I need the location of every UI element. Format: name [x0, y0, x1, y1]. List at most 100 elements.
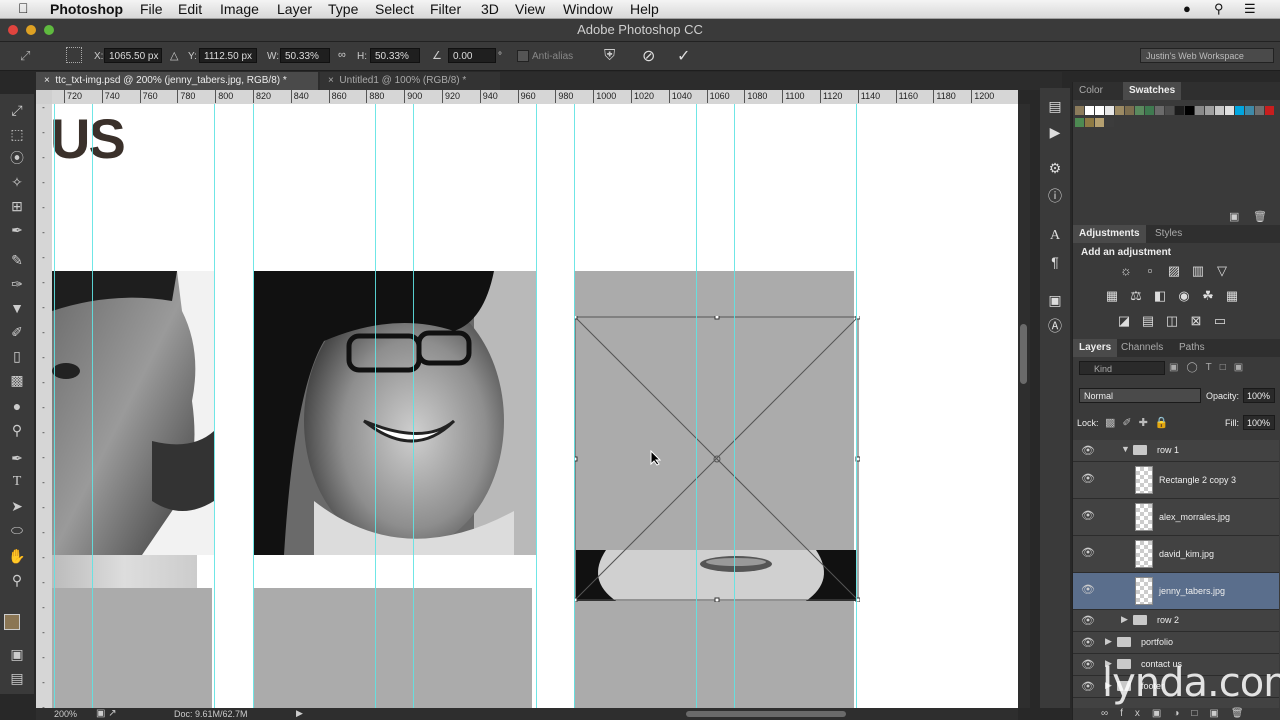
link-icon[interactable]: ∞ — [338, 49, 346, 61]
tab-color[interactable]: Color — [1073, 82, 1109, 100]
hue-saturation-icon[interactable]: ▦ — [1105, 289, 1119, 303]
collapse-arrow-icon[interactable]: ▶ — [1121, 614, 1128, 625]
layer-alex-morrales[interactable]: 👁 alex_morrales.jpg — [1073, 499, 1279, 536]
threshold-icon[interactable]: ◫ — [1165, 314, 1179, 328]
menu-view[interactable]: View — [515, 0, 545, 18]
expand-arrow-icon[interactable]: ▼ — [1121, 444, 1130, 454]
collapse-arrow-icon[interactable]: ▶ — [1105, 636, 1112, 647]
black-white-icon[interactable]: ◧ — [1153, 289, 1167, 303]
color-swatch[interactable] — [1125, 106, 1134, 115]
close-tab-icon[interactable]: × — [328, 75, 334, 86]
guide-line[interactable] — [54, 104, 55, 708]
invert-icon[interactable]: ◪ — [1117, 314, 1131, 328]
vertical-scrollbar[interactable] — [1018, 104, 1030, 708]
move-tool-icon[interactable]: ⤢ — [5, 100, 29, 120]
actions-play-icon[interactable]: ▶ — [1045, 122, 1065, 142]
vertical-scroll-thumb[interactable] — [1020, 324, 1027, 384]
layer-kind-filter[interactable]: Kind — [1079, 361, 1165, 375]
exposure-icon[interactable]: ▥ — [1191, 264, 1205, 278]
menu-layer[interactable]: Layer — [277, 0, 312, 18]
color-swatch[interactable] — [1195, 106, 1204, 115]
color-swatch[interactable] — [1265, 106, 1274, 115]
lock-icons[interactable]: ▩✐✚🔒 — [1105, 416, 1176, 429]
guide-line[interactable] — [253, 104, 254, 708]
menu-filter[interactable]: Filter — [430, 0, 461, 18]
guide-line[interactable] — [574, 104, 575, 708]
close-tab-icon[interactable]: × — [44, 75, 50, 86]
vibrance-icon[interactable]: ▽ — [1215, 264, 1229, 278]
hand-tool-icon[interactable]: ✋ — [5, 546, 29, 566]
menu-help[interactable]: Help — [630, 0, 659, 18]
delta-icon[interactable]: △ — [170, 49, 178, 62]
color-swatch[interactable] — [1105, 118, 1114, 127]
warp-icon[interactable]: ⛨ — [604, 47, 615, 64]
color-swatch[interactable] — [1075, 118, 1084, 127]
quick-select-tool-icon[interactable]: ✧ — [5, 172, 29, 192]
visibility-eye-icon[interactable]: 👁 — [1081, 658, 1095, 671]
reference-point-icon[interactable] — [66, 47, 82, 63]
color-swatch[interactable] — [1095, 106, 1104, 115]
color-swatch[interactable] — [1255, 106, 1264, 115]
guide-line[interactable] — [214, 104, 215, 708]
curves-icon[interactable]: ▨ — [1167, 264, 1181, 278]
info-icon[interactable]: ⓘ — [1045, 186, 1065, 206]
guide-line[interactable] — [375, 104, 376, 708]
color-swatch[interactable] — [1205, 106, 1214, 115]
tab-adjustments[interactable]: Adjustments — [1073, 225, 1146, 243]
tab-ttc-txt-img[interactable]: × ttc_txt-img.psd @ 200% (jenny_tabers.j… — [36, 72, 318, 90]
brightness-contrast-icon[interactable]: ☼ — [1119, 264, 1133, 278]
horizontal-ruler[interactable]: 720 740 760 780 800 820 840 860 880 900 920 940 960 9… — [52, 90, 1018, 105]
new-swatch-icon[interactable]: ▣ — [1229, 210, 1239, 223]
visibility-eye-icon[interactable]: 👁 — [1081, 444, 1095, 457]
zoom-tool-icon[interactable]: ⚲ — [5, 570, 29, 590]
move-transform-tool-icon[interactable]: ⤢ — [20, 48, 30, 64]
tab-layers[interactable]: Layers — [1073, 339, 1118, 357]
color-lookup-icon[interactable]: ▦ — [1225, 289, 1239, 303]
color-swatch[interactable] — [1175, 106, 1184, 115]
character-icon[interactable]: A — [1045, 226, 1065, 246]
vertical-ruler[interactable]: ------------------------- — [36, 104, 53, 708]
free-transform-bounding-box[interactable] — [574, 316, 860, 602]
color-swatch[interactable] — [1115, 106, 1124, 115]
eyedropper-tool-icon[interactable]: ✒ — [5, 220, 29, 240]
history-icon[interactable]: ▤ — [1045, 96, 1065, 116]
layer-jenny-tabers[interactable]: 👁 jenny_tabers.jpg — [1073, 573, 1279, 610]
color-swatch[interactable] — [1105, 106, 1114, 115]
opacity-field[interactable]: 100% — [1243, 388, 1275, 403]
guide-line[interactable] — [734, 104, 735, 708]
delete-swatch-icon[interactable]: 🗑 — [1253, 210, 1267, 223]
tab-channels[interactable]: Channels — [1115, 339, 1169, 357]
lasso-tool-icon[interactable]: ⦿ — [5, 148, 29, 168]
height-field[interactable]: 50.33% — [370, 48, 420, 63]
menu-window[interactable]: Window — [563, 0, 613, 18]
color-swatch[interactable] — [1235, 106, 1244, 115]
creative-cloud-icon[interactable]: ● — [1183, 1, 1191, 16]
guide-line[interactable] — [696, 104, 697, 708]
color-swatch[interactable] — [1155, 106, 1164, 115]
swatch-grid[interactable] — [1073, 102, 1280, 142]
workspace-switcher[interactable]: Justin's Web Workspace — [1140, 48, 1274, 63]
foreground-color-swatch[interactable] — [4, 614, 20, 630]
tab-styles[interactable]: Styles — [1149, 225, 1188, 243]
layer-rectangle-2-copy-3[interactable]: 👁 Rectangle 2 copy 3 — [1073, 462, 1279, 499]
color-swatch[interactable] — [1215, 106, 1224, 115]
guide-line[interactable] — [413, 104, 414, 708]
healing-brush-tool-icon[interactable]: ✎ — [5, 250, 29, 270]
x-position-field[interactable]: 1065.50 px — [104, 48, 162, 63]
crop-tool-icon[interactable]: ⊞ — [5, 196, 29, 216]
photo-david-kim[interactable] — [254, 271, 536, 555]
ruler-origin[interactable] — [36, 90, 52, 104]
y-position-field[interactable]: 1112.50 px — [199, 48, 257, 63]
menu-select[interactable]: Select — [375, 0, 414, 18]
layer-group-row-1[interactable]: 👁 ▼ row 1 — [1073, 440, 1279, 462]
color-swatch[interactable] — [1085, 106, 1094, 115]
horizontal-scroll-thumb[interactable] — [686, 711, 846, 717]
rotate-angle-field[interactable]: 0.00 — [448, 48, 496, 63]
menu-file[interactable]: File — [140, 0, 163, 18]
visibility-eye-icon[interactable]: 👁 — [1081, 509, 1095, 522]
color-swatch[interactable] — [1225, 106, 1234, 115]
guide-line[interactable] — [536, 104, 537, 708]
visibility-eye-icon[interactable]: 👁 — [1081, 546, 1095, 559]
tab-swatches[interactable]: Swatches — [1123, 82, 1182, 100]
brush-tool-icon[interactable]: ✑ — [5, 274, 29, 294]
